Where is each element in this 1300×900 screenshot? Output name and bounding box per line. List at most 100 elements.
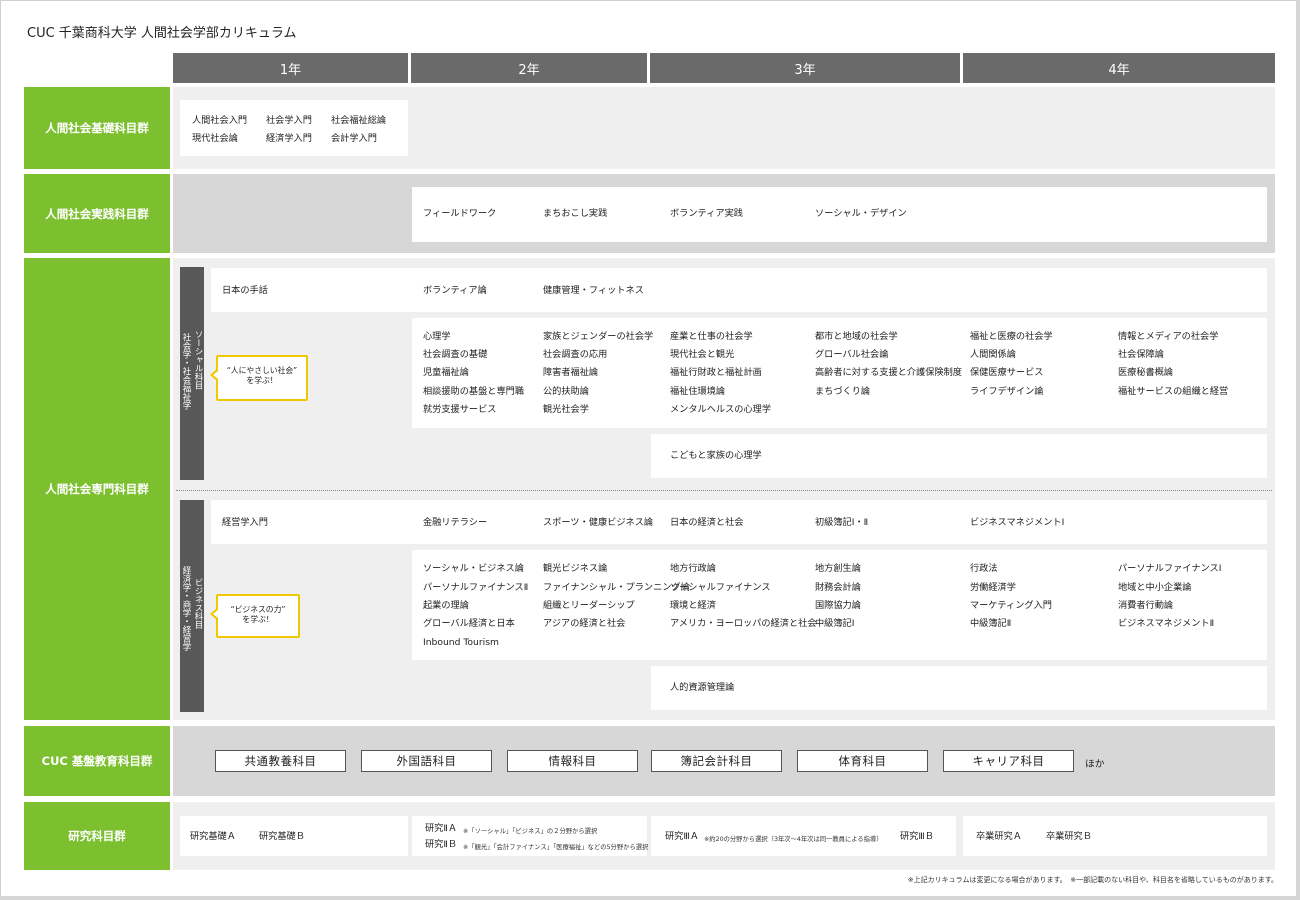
social-row1-box	[211, 268, 1267, 312]
course: Inbound Tourism	[423, 637, 499, 648]
course: 研究基礎Ｂ	[259, 831, 305, 842]
course: マーケティング入門	[970, 600, 1052, 611]
course: フィールドワーク	[423, 208, 497, 219]
course: パーソナルファイナンスⅡ	[423, 582, 529, 593]
course: グローバル社会論	[815, 349, 889, 360]
callout-line: を学ぶ！	[246, 376, 278, 385]
course: 高齢者に対する支援と介護保険制度	[815, 367, 962, 378]
course: ボランティア論	[423, 285, 487, 296]
course: 日本の手話	[222, 285, 268, 296]
course: グローバル経済と日本	[423, 618, 515, 629]
course: 社会調査の基礎	[423, 349, 488, 360]
course: 金融リテラシー	[423, 517, 488, 528]
course: ソーシャル・ビジネス論	[423, 563, 524, 574]
kiban-course: 共通教養科目	[215, 750, 346, 772]
course: 社会保障論	[1118, 349, 1164, 360]
kiso-box	[180, 100, 408, 156]
course: 家族とジェンダーの社会学	[543, 331, 654, 342]
business-callout: “ビジネスの力” を学ぶ！	[210, 594, 300, 638]
course: 人間社会入門	[192, 115, 248, 126]
course: 経営学入門	[222, 517, 268, 528]
group-label-kiso: 人間社会基礎科目群	[24, 87, 170, 169]
year-header-2: 2年	[411, 53, 647, 83]
course: 地方行政論	[670, 563, 716, 574]
course: 健康管理・フィットネス	[543, 285, 644, 296]
course: 社会調査の応用	[543, 349, 608, 360]
course: ライフデザイン論	[970, 386, 1044, 397]
kiban-suffix: ほか	[1085, 759, 1105, 770]
course: 研究ⅡＡ	[425, 823, 458, 834]
course: 地域と中小企業論	[1118, 582, 1192, 593]
course: 中級簿記Ⅱ	[970, 618, 1012, 629]
course: 行政法	[970, 563, 998, 574]
callout-line: を学ぶ！	[242, 615, 274, 624]
course: 情報とメディアの社会学	[1118, 331, 1219, 342]
course-note: ※「観光」「会計ファイナンス」「医療福祉」などの5分野から選択	[463, 844, 649, 851]
course: 国際協力論	[815, 600, 861, 611]
course: 中級簿記Ⅰ	[815, 618, 855, 629]
course: 福祉住環境論	[670, 386, 726, 397]
course: 財務会計論	[815, 582, 861, 593]
course: 福祉と医療の社会学	[970, 331, 1053, 342]
kiban-course: 体育科目	[797, 750, 928, 772]
course: 医療秘書概論	[1118, 367, 1174, 378]
course: ボランティア実践	[670, 208, 743, 219]
year-header-4: 4年	[963, 53, 1275, 83]
course-note: ※「ソーシャル」「ビジネス」の２分野から選択	[463, 828, 598, 835]
course: 心理学	[423, 331, 451, 342]
group-label-kenkyu: 研究科目群	[24, 802, 170, 870]
course: ソーシャル・デザイン	[815, 208, 907, 219]
course: 研究ⅡＢ	[425, 839, 458, 850]
course: 人間関係論	[970, 349, 1016, 360]
course: 産業と仕事の社会学	[670, 331, 753, 342]
course: 児童福祉論	[423, 367, 469, 378]
course: パーソナルファイナンスⅠ	[1118, 563, 1222, 574]
course: 相談援助の基盤と専門職	[423, 386, 525, 397]
footnote: ※上記カリキュラムは変更になる場合があります。 ※一部記載のない科目や、科目名を…	[907, 876, 1278, 884]
course: 研究ⅢＢ	[900, 831, 934, 842]
kiban-course: 外国語科目	[361, 750, 492, 772]
course: 公的扶助論	[543, 386, 589, 397]
kiban-course: キャリア科目	[943, 750, 1074, 772]
course: 現代社会論	[192, 133, 238, 144]
business-bar-title: ビジネス科目	[193, 578, 203, 629]
social-bar-sub: 社会学・社会福祉学	[181, 333, 191, 410]
course: 都市と地域の社会学	[815, 331, 898, 342]
course: 組織とリーダーシップ	[543, 600, 635, 611]
course: 卒業研究Ｂ	[1046, 831, 1092, 842]
page-title: CUC 千葉商科大学 人間社会学部カリキュラム	[27, 26, 297, 41]
course: ビジネスマネジメントⅡ	[1118, 618, 1215, 629]
course: まちおこし実践	[543, 208, 608, 219]
course: 人的資源管理論	[670, 682, 735, 693]
group-label-senmon: 人間社会専門科目群	[24, 258, 170, 720]
year-header-1: 1年	[173, 53, 408, 83]
course: 日本の経済と社会	[670, 517, 744, 528]
course: 社会学入門	[266, 115, 312, 126]
business-bar-sub: 経済学・商学・経営学	[181, 566, 191, 651]
section-divider	[176, 490, 1272, 491]
business-row3-box	[651, 666, 1267, 710]
course: 観光社会学	[543, 404, 589, 415]
course: 労働経済学	[970, 582, 1016, 593]
course: スポーツ・健康ビジネス論	[543, 517, 654, 528]
course: メンタルヘルスの心理学	[670, 404, 772, 415]
course: 環境と経済	[670, 600, 716, 611]
course: 研究ⅢＡ	[665, 831, 699, 842]
group-label-kiban: CUC 基盤教育科目群	[24, 726, 170, 796]
course: 研究基礎Ａ	[190, 831, 236, 842]
social-callout: “人にやさしい社会” を学ぶ！	[210, 355, 308, 401]
course: こどもと家族の心理学	[670, 450, 762, 461]
course: 観光ビジネス論	[543, 563, 608, 574]
course-note: ※約20の分野から選択（3年次〜4年次は同一教員による指導）	[704, 836, 883, 843]
callout-line: “人にやさしい社会”	[226, 366, 298, 375]
course: 経済学入門	[266, 133, 312, 144]
year-header-3: 3年	[650, 53, 960, 83]
course: ビジネスマネジメントⅠ	[970, 517, 1065, 528]
course: 保健医療サービス	[970, 367, 1044, 378]
course: 就労支援サービス	[423, 404, 497, 415]
course: アメリカ・ヨーロッパの経済と社会	[670, 618, 817, 629]
course: 初級簿記Ⅰ・Ⅱ	[815, 517, 869, 528]
kiban-course: 簿記会計科目	[651, 750, 782, 772]
course: 現代社会と観光	[670, 349, 735, 360]
course: 会計学入門	[331, 133, 377, 144]
